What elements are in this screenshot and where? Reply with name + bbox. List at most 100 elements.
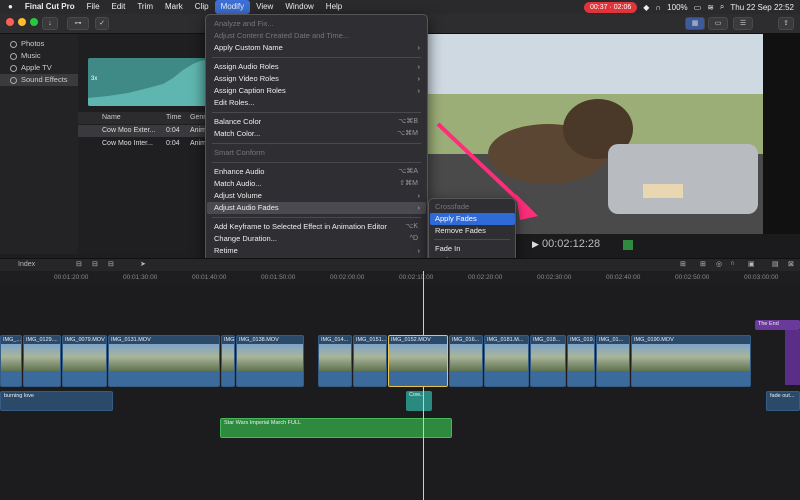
menu-item-assign-audio-roles[interactable]: Assign Audio Roles ›	[207, 61, 426, 73]
import-button[interactable]: ↓	[42, 17, 58, 30]
title-clip[interactable]: The End	[755, 320, 800, 330]
video-clip[interactable]: IMG_01...	[596, 335, 630, 387]
video-clip[interactable]: IMG_0079.MOV	[62, 335, 107, 387]
menu-mark[interactable]: Mark	[159, 0, 189, 14]
menu-window[interactable]: Window	[279, 0, 319, 14]
column-time[interactable]: Time	[166, 112, 181, 124]
menu-item-balance-color[interactable]: Balance Color ⌥⌘B	[207, 116, 426, 128]
menu-item-apply-custom-name[interactable]: Apply Custom Name ›	[207, 42, 426, 54]
title-clip-body[interactable]	[785, 330, 800, 385]
clip-thumbnail	[1, 344, 21, 372]
audio-clip-cow[interactable]: Cow...	[406, 391, 432, 411]
skimming-icon[interactable]: ⊞	[680, 260, 686, 268]
video-clip[interactable]: IMG_0152.MOV	[388, 335, 448, 387]
close-window-button[interactable]	[6, 18, 14, 26]
video-clip[interactable]: IMG_0138.MOV	[236, 335, 304, 387]
minimize-window-button[interactable]	[18, 18, 26, 26]
clip-label: IMG_014...	[321, 337, 349, 343]
menu-item-enhance-audio[interactable]: Enhance Audio ⌥⌘A	[207, 166, 426, 178]
sidebar-item-apple-tv[interactable]: Apple TV	[0, 62, 78, 74]
audio-skimming-icon[interactable]: ⊞	[700, 260, 706, 268]
menu-item-adjust-volume[interactable]: Adjust Volume ›	[207, 190, 426, 202]
share-button[interactable]: ⇪	[778, 17, 794, 30]
video-clip[interactable]: IMG_014...	[318, 335, 352, 387]
clip-appearance-icon[interactable]: ▣	[748, 260, 755, 268]
audio-clip-burning-love[interactable]: burning love	[0, 391, 113, 411]
menu-item-edit-roles[interactable]: Edit Roles...	[207, 97, 426, 109]
keywords-button[interactable]: ⊶	[67, 17, 89, 30]
insert-clip-icon[interactable]: ⊟	[92, 260, 98, 268]
overwrite-clip-icon[interactable]: ⊟	[108, 260, 114, 268]
solo-icon[interactable]: ◎	[716, 260, 722, 268]
menu-clip[interactable]: Clip	[189, 0, 215, 14]
menu-view[interactable]: View	[250, 0, 279, 14]
menu-item-assign-caption-roles[interactable]: Assign Caption Roles ›	[207, 85, 426, 97]
video-clip[interactable]: IMG_0181.M...	[484, 335, 529, 387]
search-icon[interactable]: ⌕	[720, 2, 724, 12]
submenu-item-fade-in[interactable]: Fade In	[430, 243, 515, 255]
menu-shortcut: ⇧⌘M	[399, 180, 418, 187]
sidebar-item-music[interactable]: Music	[0, 50, 78, 62]
layout-toggle-button[interactable]: ▦	[685, 17, 705, 30]
menu-modify[interactable]: Modify	[214, 0, 251, 14]
menu-item-add-keyframe-to-selected-effect-in-animation-editor[interactable]: Add Keyframe to Selected Effect in Anima…	[207, 221, 426, 233]
transitions-browser-icon[interactable]: ⊠	[788, 260, 794, 268]
chevron-right-icon: ›	[417, 86, 421, 95]
video-clip[interactable]: IMG_018...	[530, 335, 566, 387]
column-genre[interactable]: Genr	[190, 112, 206, 124]
video-clip[interactable]: IMG...	[221, 335, 235, 387]
record-indicator[interactable]: 00:37 · 02:06	[584, 1, 638, 13]
menu-item-match-audio[interactable]: Match Audio... ⇧⌘M	[207, 178, 426, 190]
apple-icon[interactable]: ●	[0, 0, 19, 14]
menu-item-assign-video-roles[interactable]: Assign Video Roles ›	[207, 73, 426, 85]
waveform-preview[interactable]: 3x	[88, 58, 206, 106]
clip-waveform	[222, 371, 234, 386]
inspector-toggle-button[interactable]: ☰	[733, 17, 753, 30]
video-clip[interactable]: IMG_0151...	[353, 335, 387, 387]
clock[interactable]: Thu 22 Sep 22:52	[730, 3, 794, 12]
wifi-icon[interactable]: ≋	[707, 3, 714, 12]
timeline-toggle-button[interactable]: ▭	[708, 17, 728, 30]
headphones-icon[interactable]: ∩	[655, 3, 661, 12]
snapping-icon[interactable]: ∩	[730, 260, 735, 267]
battery-icon[interactable]: ▭	[694, 3, 702, 12]
menu-trim[interactable]: Trim	[131, 0, 159, 14]
effects-browser-icon[interactable]: ▤	[772, 260, 779, 268]
video-clip[interactable]: IMG_019...	[567, 335, 595, 387]
video-clip[interactable]: IMG_0131.MOV	[108, 335, 220, 387]
play-icon[interactable]: ▶	[532, 239, 539, 250]
photos-icon	[10, 40, 17, 48]
table-row[interactable]: Cow Moo Exter... 0:04 Anim	[78, 125, 208, 137]
video-clip[interactable]: IMG_0129....	[23, 335, 61, 387]
submenu-item-remove-fades[interactable]: Remove Fades	[430, 225, 515, 237]
index-button[interactable]: Index	[18, 261, 35, 268]
menu-help[interactable]: Help	[320, 0, 348, 14]
submenu-item-apply-fades[interactable]: Apply Fades	[430, 213, 515, 225]
app-menu[interactable]: Final Cut Pro	[19, 0, 81, 14]
menu-item-retime[interactable]: Retime ›	[207, 245, 426, 257]
chevron-right-icon: ›	[417, 74, 421, 83]
menu-item-match-color[interactable]: Match Color... ⌥⌘M	[207, 128, 426, 140]
sidebar-item-sound-effects[interactable]: Sound Effects	[0, 74, 78, 86]
timeline-ruler[interactable]: 00:01:20:00 00:01:30:00 00:01:40:00 00:01:5…	[0, 271, 800, 285]
video-clip[interactable]: IMG_...	[0, 335, 22, 387]
menu-item-adjust-audio-fades[interactable]: Adjust Audio Fades ›	[207, 202, 426, 214]
menu-file[interactable]: File	[81, 0, 106, 14]
menu-item-change-duration[interactable]: Change Duration... ^D	[207, 233, 426, 245]
timeline[interactable]: The End burning love Cow... fade out... …	[0, 271, 800, 500]
zoom-window-button[interactable]	[30, 18, 38, 26]
audio-clip-fade-out[interactable]: fade out...	[766, 391, 800, 411]
column-name[interactable]: Name	[102, 112, 121, 124]
menu-edit[interactable]: Edit	[106, 0, 132, 14]
menu-item-label: Edit Roles...	[214, 98, 255, 107]
select-tool-icon[interactable]: ➤	[140, 260, 146, 268]
clip-label: IMG_0190.MOV	[634, 337, 674, 343]
sidebar-item-photos[interactable]: Photos	[0, 38, 78, 50]
music-clip-imperial-march[interactable]: Star Wars Imperial March FULL	[220, 418, 452, 438]
video-clip[interactable]: IMG_016...	[449, 335, 483, 387]
background-tasks-button[interactable]: ✓	[95, 17, 109, 30]
video-clip[interactable]: IMG_0190.MOV	[631, 335, 751, 387]
table-row[interactable]: Cow Moo Inter... 0:04 Anim	[78, 138, 208, 150]
dropbox-icon[interactable]: ◆	[643, 3, 649, 12]
append-clip-icon[interactable]: ⊟	[76, 260, 82, 268]
